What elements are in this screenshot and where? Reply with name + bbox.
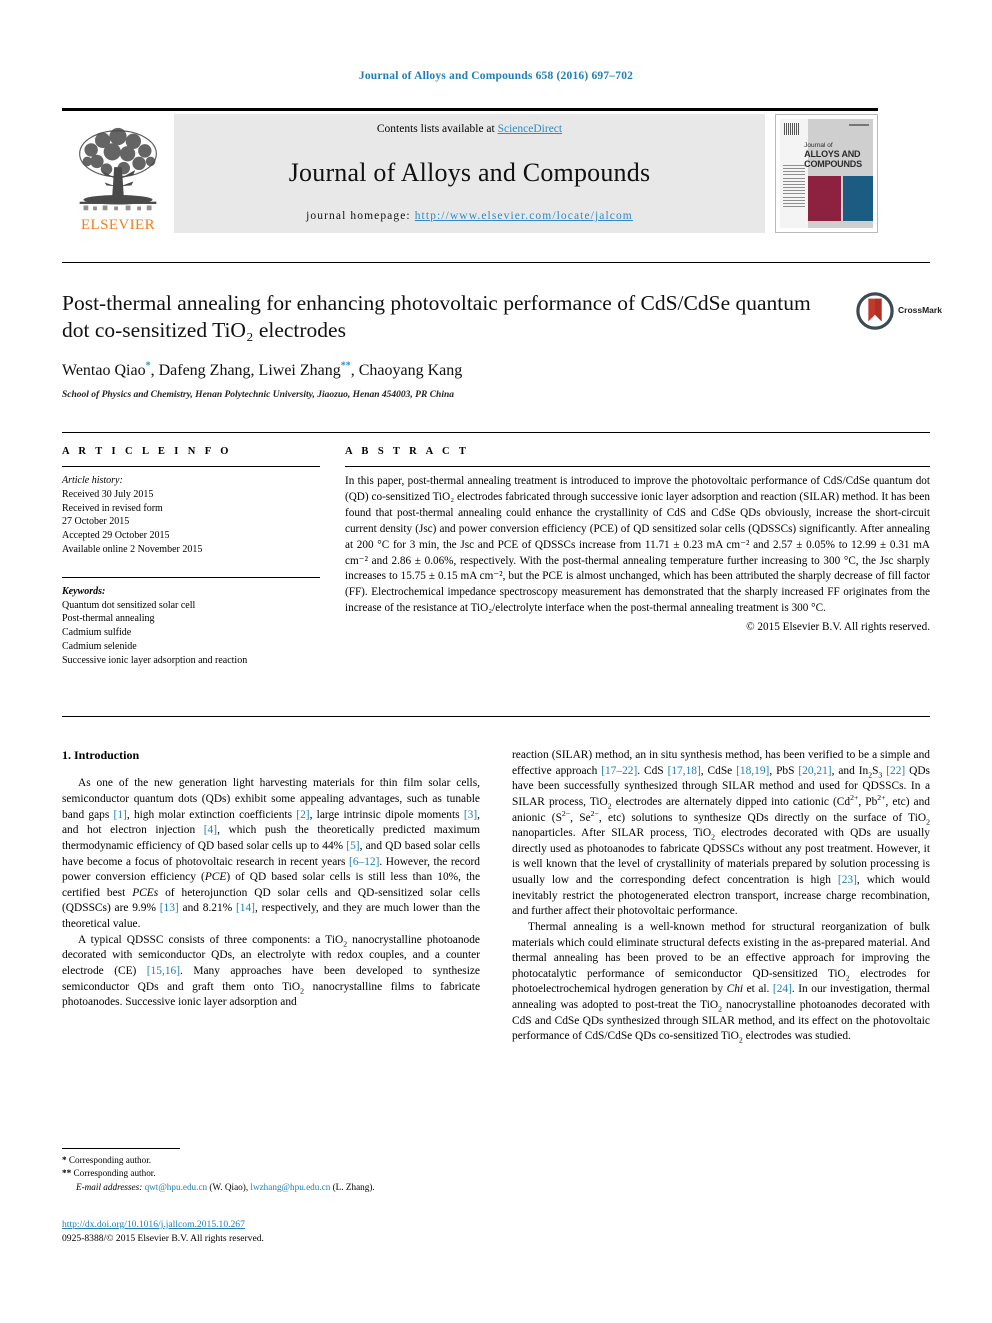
footnote-block: * Corresponding author. ** Corresponding… [62,1148,480,1194]
journal-reference: Journal of Alloys and Compounds 658 (201… [358,70,634,82]
section-heading-introduction: 1. Introduction [62,748,140,762]
keyword-item: Successive ionic layer adsorption and re… [62,654,248,666]
citation-24[interactable]: [24] [773,983,792,995]
elsevier-tree-icon [79,127,157,211]
intro-paragraph-4: Thermal annealing is a well-known method… [512,920,930,1045]
citation-13[interactable]: [13] [160,902,179,914]
doi-link[interactable]: http://dx.doi.org/10.1016/j.jallcom.2015… [62,1219,245,1230]
homepage-prefix: journal homepage: [306,210,415,222]
keywords-label: Keywords: [62,585,106,597]
history-item: Received 30 July 2015 [62,488,154,500]
intro-paragraph-2: A typical QDSSC consists of three compon… [62,933,480,1009]
email-name-1: (W. Qiao), [209,1182,249,1193]
citation-20-21[interactable]: [20,21] [798,765,831,777]
citation-2[interactable]: [2] [296,809,309,821]
author-list: Wentao Qiao*, Dafeng Zhang, Liwei Zhang*… [62,360,463,379]
history-item: Available online 2 November 2015 [62,543,203,555]
paper-page: Journal of Alloys and Compounds 658 (201… [0,0,992,1323]
journal-homepage-link[interactable]: http://www.elsevier.com/locate/jalcom [415,210,633,222]
contents-line: Contents lists available at ScienceDirec… [377,123,562,135]
masthead-center: Contents lists available at ScienceDirec… [174,114,765,233]
article-history-label: Article history: [62,475,123,486]
crossmark-badge[interactable]: CrossMark [856,292,942,332]
right-column: reaction (SILAR) method, an in situ synt… [512,748,930,1045]
article-info-heading: A R T I C L E I N F O [62,446,232,457]
keyword-item: Post-thermal annealing [62,613,155,625]
footnote-emails: E-mail addresses: qwt@hpu.edu.cn (W. Qia… [62,1181,480,1194]
history-item: Accepted 29 October 2015 [62,530,170,542]
footnote-corresponding-1: * Corresponding author. [62,1155,152,1165]
abstract-copyright: © 2015 Elsevier B.V. All rights reserved… [746,621,930,634]
journal-masthead: ELSEVIER Contents lists available at Sci… [62,108,878,233]
author-footnote-marker-2[interactable]: ** [341,361,351,372]
cover-barcode-icon [783,123,799,136]
crossmark-label: CrossMark [898,305,942,315]
email-link-2[interactable]: lwzhang@hpu.edu.cn [250,1182,330,1192]
citation-6-12[interactable]: [6–12] [349,856,379,868]
cover-title-small: Journal of [804,141,833,149]
email-label: E-mail addresses: [76,1182,143,1193]
intro-paragraph-1: As one of the new generation light harve… [62,777,480,931]
cover-title: Journal of ALLOYS AND COMPOUNDS [804,142,873,169]
citation-17-22[interactable]: [17–22] [601,765,637,777]
abstract-heading: A B S T R A C T [345,446,470,457]
history-item: Received in revised form [62,502,163,514]
email-link-1[interactable]: qwt@hpu.edu.cn [145,1182,208,1192]
intro-paragraph-3: reaction (SILAR) method, an in situ synt… [512,749,930,918]
citation-3[interactable]: [3] [464,809,477,821]
keyword-item: Cadmium selenide [62,640,137,652]
citation-14[interactable]: [14] [236,902,255,914]
citation-18-19[interactable]: [18,19] [736,765,769,777]
article-info-block: A R T I C L E I N F O Article history: R… [62,446,320,668]
keyword-item: Cadmium sulfide [62,627,132,639]
homepage-line: journal homepage: http://www.elsevier.co… [306,210,633,222]
author-footnote-marker-1[interactable]: * [146,361,151,372]
footnote-text-2: Corresponding author. [73,1168,156,1179]
page-title: Post-thermal annealing for enhancing pho… [62,291,811,343]
keyword-item: Quantum dot sensitized solar cell [62,599,196,611]
abstract-block: A B S T R A C T In this paper, post-ther… [345,446,930,633]
contents-prefix: Contents lists available at [376,123,498,135]
info-divider [62,432,930,433]
abstract-text: In this paper, post-thermal annealing tr… [345,475,930,615]
article-history: Article history: Received 30 July 2015 R… [62,474,320,557]
history-item: 27 October 2015 [62,516,130,528]
citation-17-18[interactable]: [17,18] [668,765,701,777]
citation-4[interactable]: [4] [204,824,217,836]
cover-text-lines [782,164,806,210]
email-name-2: (L. Zhang). [332,1182,375,1193]
affiliation: School of Physics and Chemistry, Henan P… [62,390,454,400]
crossmark-icon[interactable] [856,292,894,330]
citation-1[interactable]: [1] [114,809,127,821]
sciencedirect-link[interactable]: ScienceDirect [498,123,563,135]
left-column: 1. Introduction As one of the new genera… [62,748,480,1011]
elsevier-wordmark: ELSEVIER [80,217,156,233]
footnote-divider [62,1148,180,1149]
citation-5[interactable]: [5] [346,840,359,852]
journal-title: Journal of Alloys and Compounds [288,157,651,187]
elsevier-logo: ELSEVIER [62,114,174,233]
keywords-block: Keywords: Quantum dot sensitized solar c… [62,585,320,668]
citation-15-16[interactable]: [15,16] [147,965,180,977]
doi-block: http://dx.doi.org/10.1016/j.jallcom.2015… [62,1218,492,1246]
title-divider [62,262,930,263]
citation-22[interactable]: [22] [886,765,905,777]
journal-cover-thumbnail: Journal of ALLOYS AND COMPOUNDS [775,114,878,233]
citation-23[interactable]: [23] [838,874,857,886]
footnote-corresponding-2: ** Corresponding author. [62,1168,156,1179]
cover-title-main: ALLOYS AND COMPOUNDS [804,149,862,170]
footnote-text-1: Corresponding author. [68,1155,152,1165]
body-divider [62,716,930,717]
issn-copyright: 0925-8388/© 2015 Elsevier B.V. All right… [62,1232,264,1244]
